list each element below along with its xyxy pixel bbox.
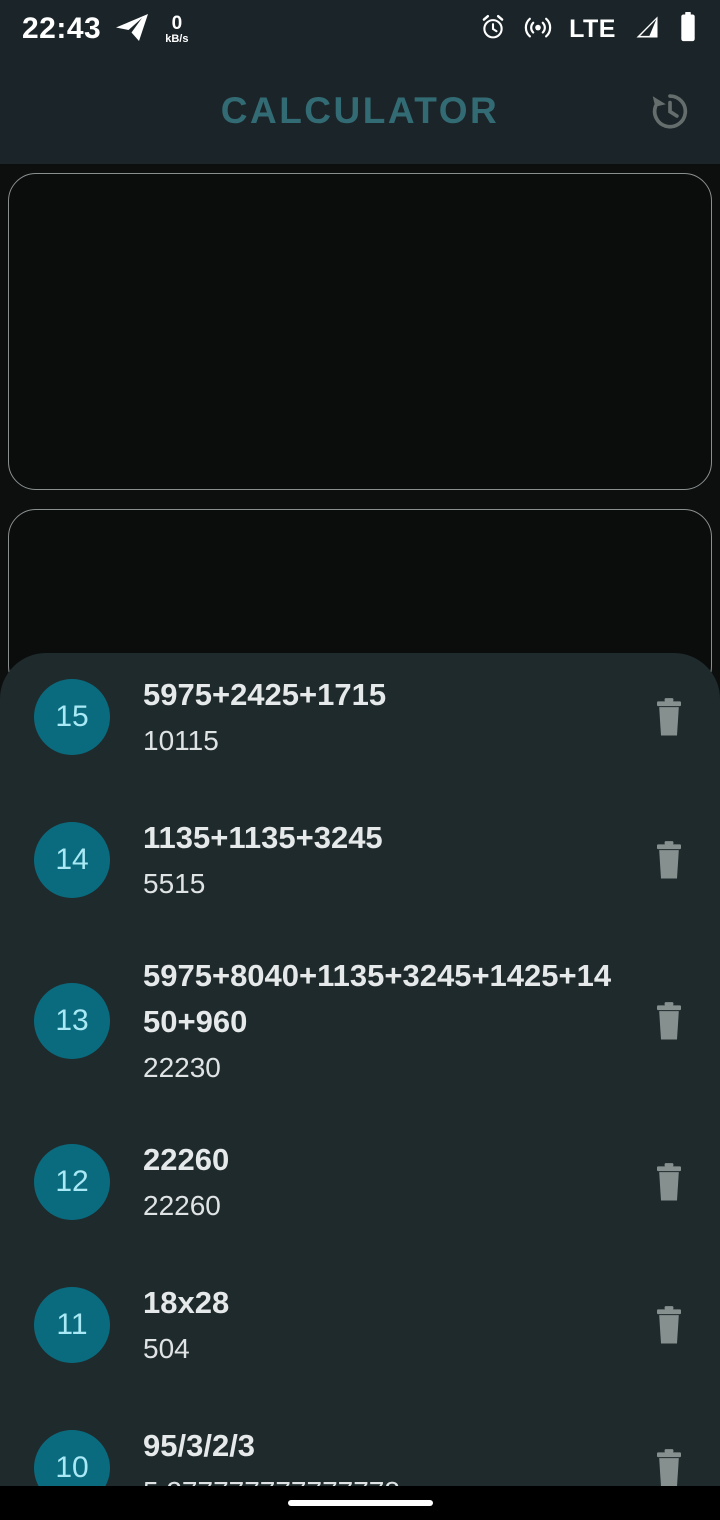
signal-bars-icon: [633, 13, 661, 46]
history-item-result: 504: [143, 1332, 190, 1364]
history-item-texts: 22260 22260: [143, 1137, 642, 1227]
history-panel: 15 5975+2425+1715 10115 14 1135+1135+324…: [0, 653, 720, 1520]
history-item-index: 11: [34, 1286, 110, 1363]
history-item-result: 22230: [143, 1051, 221, 1083]
alarm-clock-icon: [479, 13, 507, 46]
history-item-texts: 1135+1135+3245 5515: [143, 815, 642, 905]
status-bar: 22:43 0 kB/s LTE: [0, 0, 720, 58]
history-item-texts: 5975+2425+1715 10115: [143, 672, 642, 762]
history-item-expression: 5975+8040+1135+3245+1425+1450+960: [143, 958, 612, 1039]
calculator-body: 15 5975+2425+1715 10115 14 1135+1135+324…: [0, 164, 720, 1520]
history-item-result: 22260: [143, 1189, 221, 1221]
history-item[interactable]: 11 18x28 504: [0, 1275, 720, 1375]
history-item-texts: 18x28 504: [143, 1280, 642, 1370]
history-item-expression: 1135+1135+3245: [143, 820, 383, 856]
status-clock: 22:43: [22, 12, 102, 45]
status-bar-right: LTE: [479, 11, 698, 47]
network-speed-indicator: 0 kB/s: [165, 14, 188, 45]
trash-icon[interactable]: [642, 830, 696, 890]
history-item-expression: 22260: [143, 1141, 230, 1177]
history-list[interactable]: 15 5975+2425+1715 10115 14 1135+1135+324…: [0, 653, 720, 1520]
hotspot-icon: [524, 13, 552, 46]
history-item-index: 12: [34, 1143, 110, 1220]
trash-icon[interactable]: [642, 991, 696, 1051]
history-item-index: 15: [34, 679, 110, 755]
app-bar: CALCULATOR: [0, 58, 720, 164]
history-item-texts: 5975+8040+1135+3245+1425+1450+960 22230: [143, 953, 642, 1089]
telegram-send-icon: [115, 12, 149, 47]
status-bar-left: 22:43 0 kB/s: [22, 12, 188, 47]
system-nav-bar: [0, 1486, 720, 1520]
trash-icon[interactable]: [642, 687, 696, 747]
phone-screen: 22:43 0 kB/s LTE CALCULATOR 15 5975+2425…: [0, 0, 720, 1520]
history-item[interactable]: 13 5975+8040+1135+3245+1425+1450+960 222…: [0, 953, 720, 1089]
history-item-result: 10115: [143, 724, 219, 756]
history-item[interactable]: 12 22260 22260: [0, 1132, 720, 1232]
history-item-index: 13: [34, 982, 110, 1059]
history-item-expression: 95/3/2/3: [143, 1427, 256, 1463]
trash-icon[interactable]: [642, 1152, 696, 1212]
page-title: CALCULATOR: [220, 90, 500, 131]
history-item[interactable]: 15 5975+2425+1715 10115: [0, 667, 720, 767]
history-icon[interactable]: [642, 83, 698, 139]
network-speed-unit: kB/s: [165, 32, 189, 45]
trash-icon[interactable]: [642, 1295, 696, 1355]
history-item-expression: 18x28: [143, 1284, 230, 1320]
home-gesture-pill[interactable]: [287, 1500, 433, 1506]
history-item-index: 14: [34, 822, 110, 898]
network-speed-value: 0: [171, 12, 183, 34]
network-type-label: LTE: [569, 14, 616, 43]
history-item-expression: 5975+2425+1715: [143, 677, 387, 713]
history-item[interactable]: 14 1135+1135+3245 5515: [0, 810, 720, 910]
expression-display[interactable]: [8, 173, 712, 490]
battery-full-icon: [678, 11, 698, 47]
history-item-result: 5515: [143, 867, 206, 899]
